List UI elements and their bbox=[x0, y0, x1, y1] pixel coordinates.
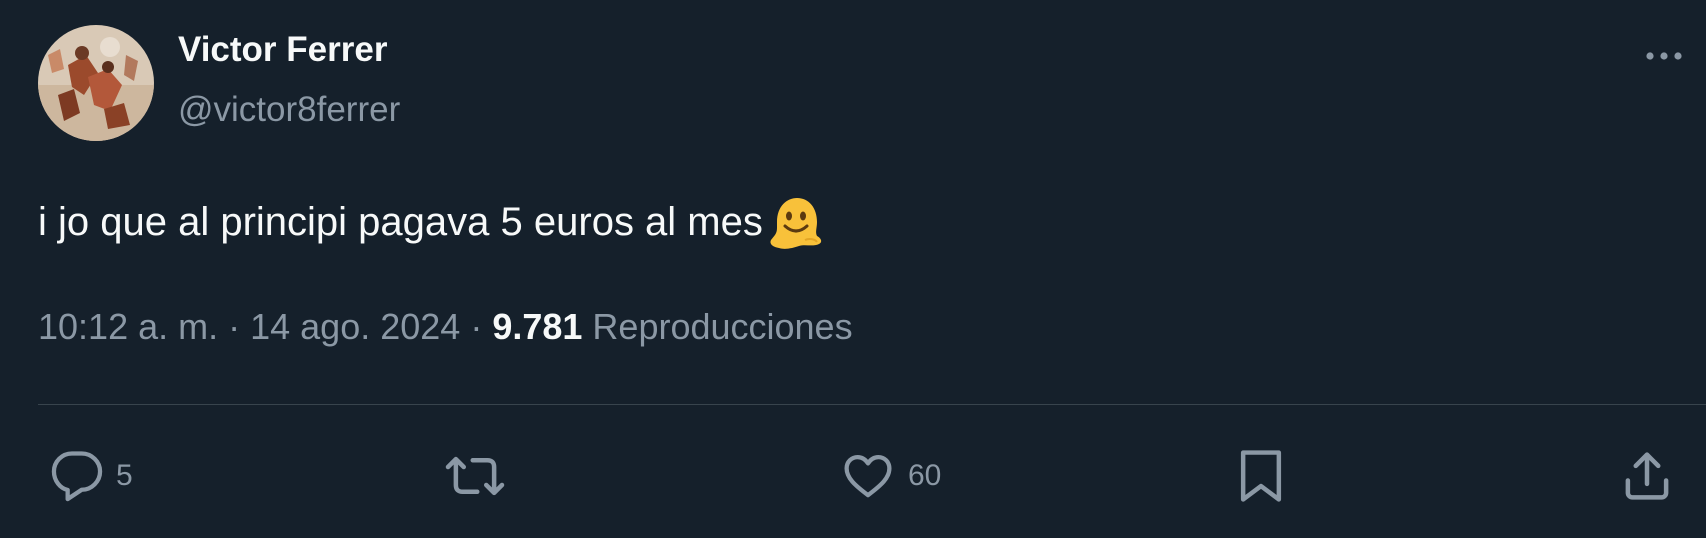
reply-count: 5 bbox=[116, 459, 133, 492]
tweet-text-content: i jo que al principi pagava 5 euros al m… bbox=[38, 199, 763, 244]
views-label: Reproducciones bbox=[592, 306, 853, 347]
reply-icon bbox=[51, 451, 103, 502]
tweet-date[interactable]: 14 ago. 2024 bbox=[250, 306, 460, 347]
bookmark-icon bbox=[1240, 450, 1282, 502]
tweet-card: Victor Ferrer @victor8ferrer i jo que al… bbox=[0, 0, 1706, 538]
heart-icon bbox=[844, 454, 892, 498]
avatar[interactable] bbox=[38, 25, 154, 141]
share-button[interactable] bbox=[1620, 448, 1674, 504]
share-icon bbox=[1625, 452, 1669, 500]
more-options-button[interactable] bbox=[1640, 36, 1688, 76]
tweet-time[interactable]: 10:12 a. m. bbox=[38, 306, 218, 347]
divider bbox=[38, 404, 1706, 405]
tweet-text: i jo que al principi pagava 5 euros al m… bbox=[38, 192, 825, 252]
retweet-icon bbox=[445, 456, 505, 496]
avatar-photo bbox=[38, 25, 154, 141]
meta-separator: · bbox=[228, 306, 241, 347]
bookmark-button[interactable] bbox=[1236, 448, 1286, 504]
retweet-button[interactable] bbox=[442, 448, 508, 504]
like-count: 60 bbox=[908, 459, 942, 492]
tweet-meta: 10:12 a. m. · 14 ago. 2024 · 9.781 Reproducc… bbox=[38, 306, 853, 348]
more-horizontal-icon bbox=[1646, 52, 1682, 60]
like-button[interactable]: 60 bbox=[840, 448, 941, 504]
views-count: 9.781 bbox=[492, 306, 583, 347]
meta-separator: · bbox=[470, 306, 483, 347]
author-handle[interactable]: @victor8ferrer bbox=[178, 90, 400, 130]
reply-button[interactable]: 5 bbox=[50, 448, 133, 504]
melting-face-emoji bbox=[765, 192, 825, 252]
author-display-name[interactable]: Victor Ferrer bbox=[178, 30, 387, 70]
